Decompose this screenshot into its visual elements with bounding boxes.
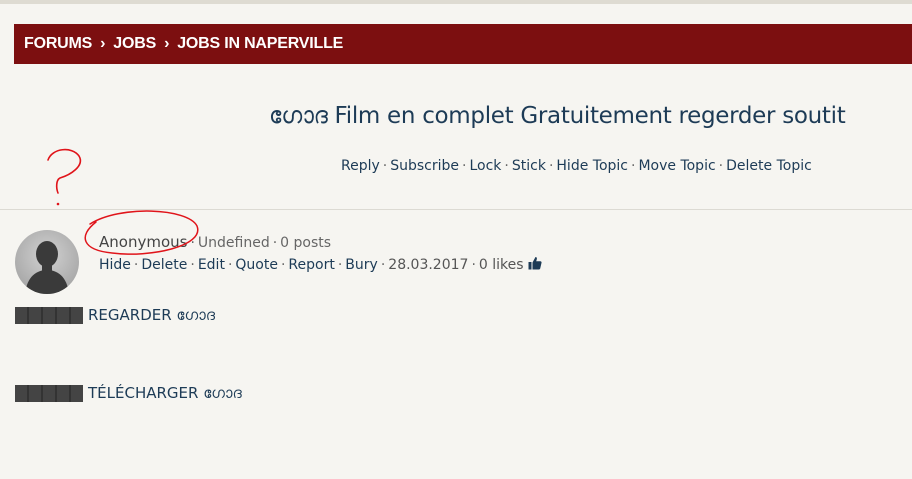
default-user-avatar-icon	[25, 241, 69, 294]
author-post-count: 0 posts	[280, 235, 332, 251]
delete-topic-link[interactable]: Delete Topic	[726, 158, 812, 174]
author-rank: Undefined	[197, 235, 270, 251]
avatar[interactable]	[15, 230, 79, 294]
post-line-watch: REGARDER ഗോദ	[15, 306, 215, 324]
reply-link[interactable]: Reply	[341, 158, 380, 174]
author-line: Anonymous · Undefined · 0 posts	[99, 233, 332, 251]
bury-post-link[interactable]: Bury	[345, 257, 378, 273]
hide-post-link[interactable]: Hide	[99, 257, 131, 273]
hide-topic-link[interactable]: Hide Topic	[556, 158, 628, 174]
thumbs-up-icon[interactable]	[528, 256, 542, 274]
topic-title: ഗോദ Film en complet Gratuitement regerde…	[269, 103, 846, 129]
redacted-image	[15, 384, 83, 402]
breadcrumb-forums[interactable]: FORUMS	[24, 35, 92, 53]
post-actions: Hide · Delete · Edit · Quote · Report · Bury · 28.03…	[99, 256, 542, 274]
report-post-link[interactable]: Report	[288, 257, 334, 273]
breadcrumb-separator: ›	[100, 35, 106, 52]
breadcrumb-separator: ›	[164, 35, 170, 52]
watch-link[interactable]: REGARDER ഗോദ	[88, 306, 215, 324]
author-name[interactable]: Anonymous	[99, 233, 187, 251]
like-count: 0 likes	[478, 257, 524, 273]
move-topic-link[interactable]: Move Topic	[638, 158, 715, 174]
breadcrumb-jobs[interactable]: JOBS	[113, 35, 156, 53]
annotation-question-mark	[47, 148, 82, 206]
breadcrumb-jobs-in-naperville[interactable]: JOBS IN NAPERVILLE	[177, 35, 343, 53]
topic-actions: Reply · Subscribe · Lock · Stick · Hide Topic · Mo…	[341, 158, 812, 174]
delete-post-link[interactable]: Delete	[141, 257, 187, 273]
post-line-download: TÉLÉCHARGER ഗോദ	[15, 384, 242, 402]
post-date: 28.03.2017	[388, 257, 469, 273]
edit-post-link[interactable]: Edit	[198, 257, 225, 273]
download-link[interactable]: TÉLÉCHARGER ഗോദ	[88, 384, 242, 402]
top-rule	[0, 0, 912, 4]
breadcrumb: FORUMS › JOBS › JOBS IN NAPERVILLE	[14, 24, 912, 64]
redacted-image	[15, 306, 83, 324]
quote-post-link[interactable]: Quote	[235, 257, 278, 273]
subscribe-link[interactable]: Subscribe	[390, 158, 459, 174]
divider	[0, 209, 912, 210]
stick-link[interactable]: Stick	[512, 158, 546, 174]
lock-link[interactable]: Lock	[469, 158, 501, 174]
